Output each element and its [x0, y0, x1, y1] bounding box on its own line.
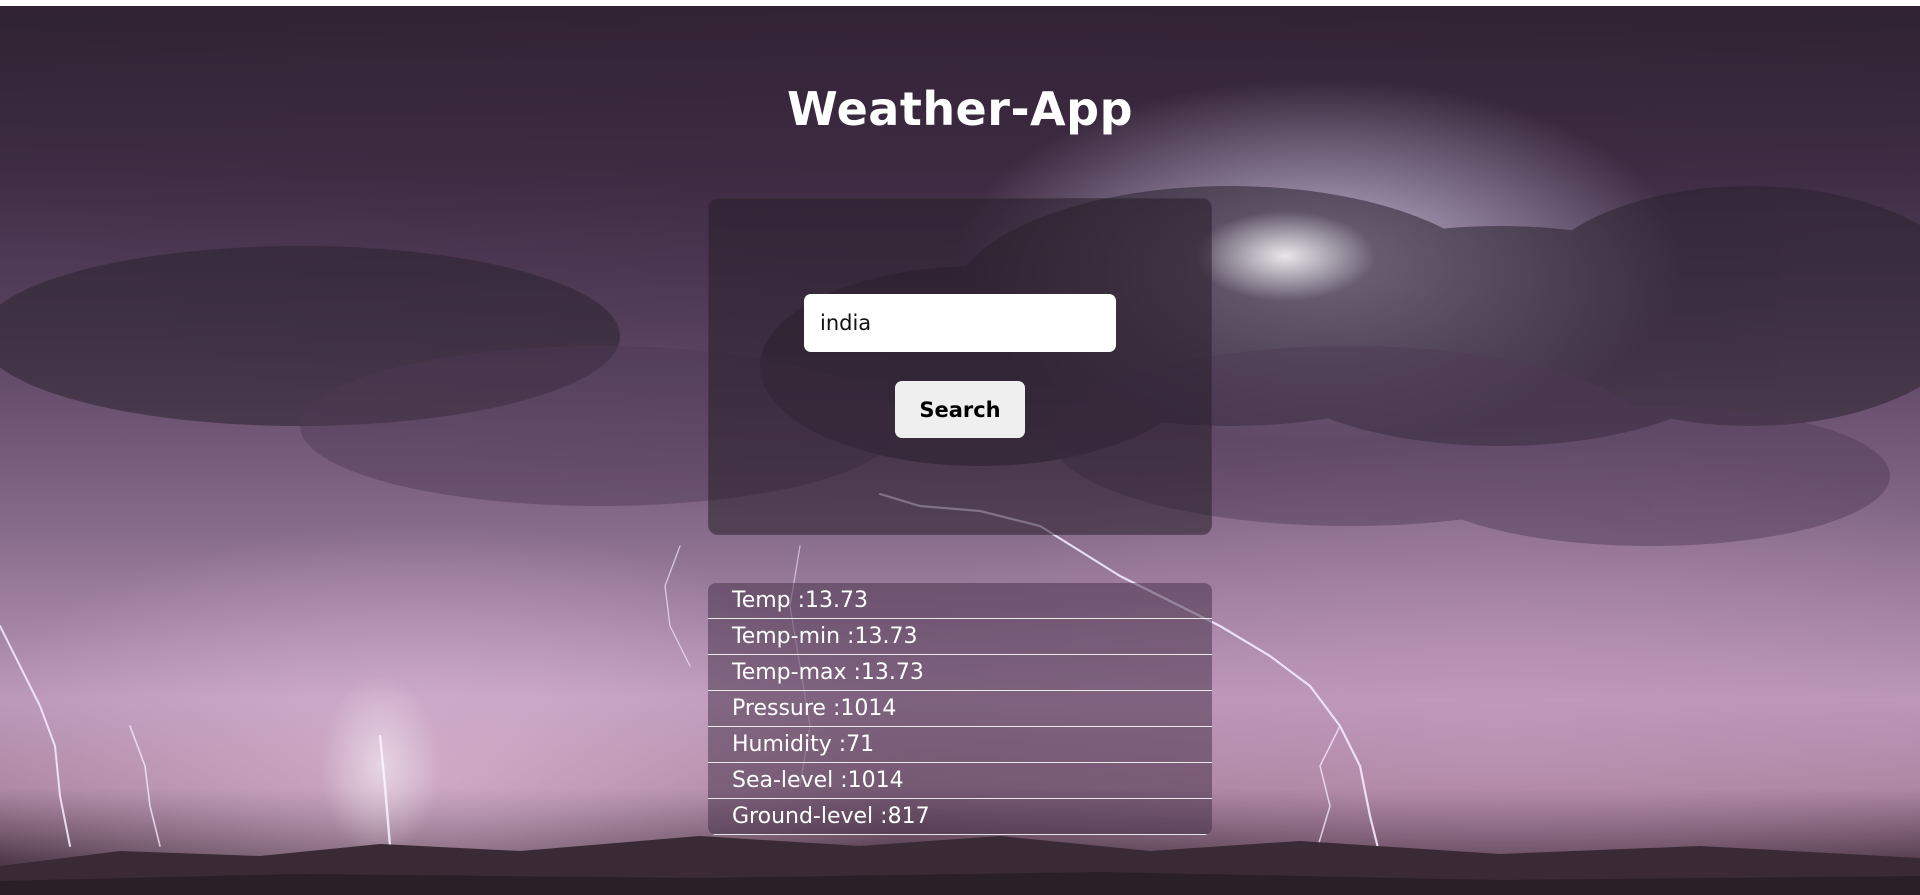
search-card: Search [708, 198, 1212, 535]
city-search-input[interactable] [804, 294, 1116, 352]
result-value: 13.73 [854, 624, 918, 649]
result-label: Ground-level [732, 804, 888, 829]
result-value: 71 [846, 732, 875, 757]
weather-results: Temp13.73 Temp-min13.73 Temp-max13.73 Pr… [708, 583, 1212, 835]
result-value: 1014 [840, 696, 897, 721]
result-row-sea-level: Sea-level1014 [708, 763, 1212, 799]
result-row-ground-level: Ground-level817 [708, 799, 1212, 835]
result-label: Temp-max [732, 660, 861, 685]
result-label: Temp [732, 588, 805, 613]
result-label: Sea-level [732, 768, 848, 793]
result-label: Pressure [732, 696, 840, 721]
result-row-pressure: Pressure1014 [708, 691, 1212, 727]
result-row-humidity: Humidity71 [708, 727, 1212, 763]
result-row-temp-max: Temp-max13.73 [708, 655, 1212, 691]
result-label: Temp-min [732, 624, 854, 649]
page-title: Weather-App [786, 82, 1133, 136]
result-value: 1014 [847, 768, 904, 793]
result-row-temp-min: Temp-min13.73 [708, 619, 1212, 655]
result-row-temp: Temp13.73 [708, 583, 1212, 619]
result-value: 13.73 [860, 660, 924, 685]
result-value: 817 [887, 804, 930, 829]
result-label: Humidity [732, 732, 846, 757]
search-button[interactable]: Search [895, 381, 1025, 438]
result-value: 13.73 [805, 588, 869, 613]
